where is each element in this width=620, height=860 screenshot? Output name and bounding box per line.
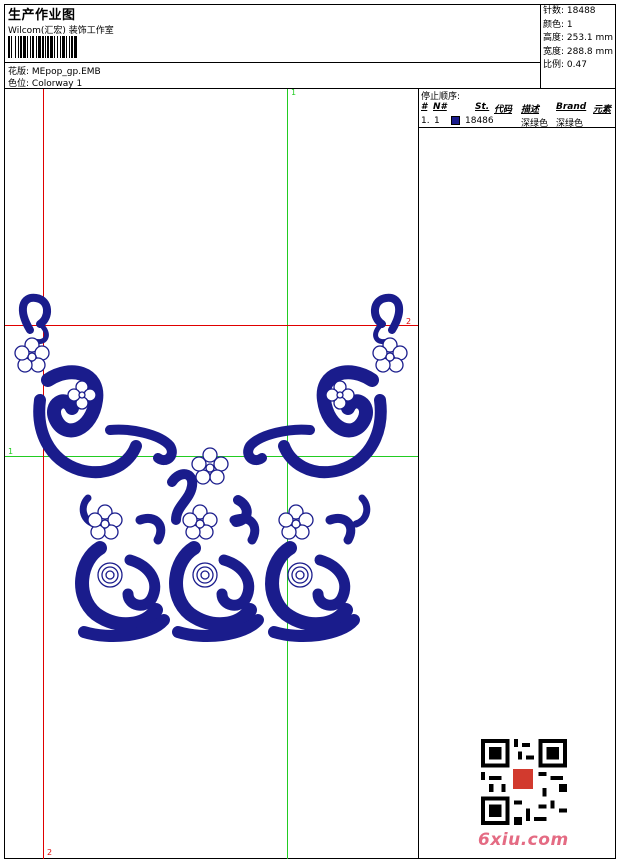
site-watermark: 6xiu.com — [478, 830, 569, 850]
red-seal-logo — [512, 768, 534, 790]
embroidery-design — [14, 293, 408, 642]
